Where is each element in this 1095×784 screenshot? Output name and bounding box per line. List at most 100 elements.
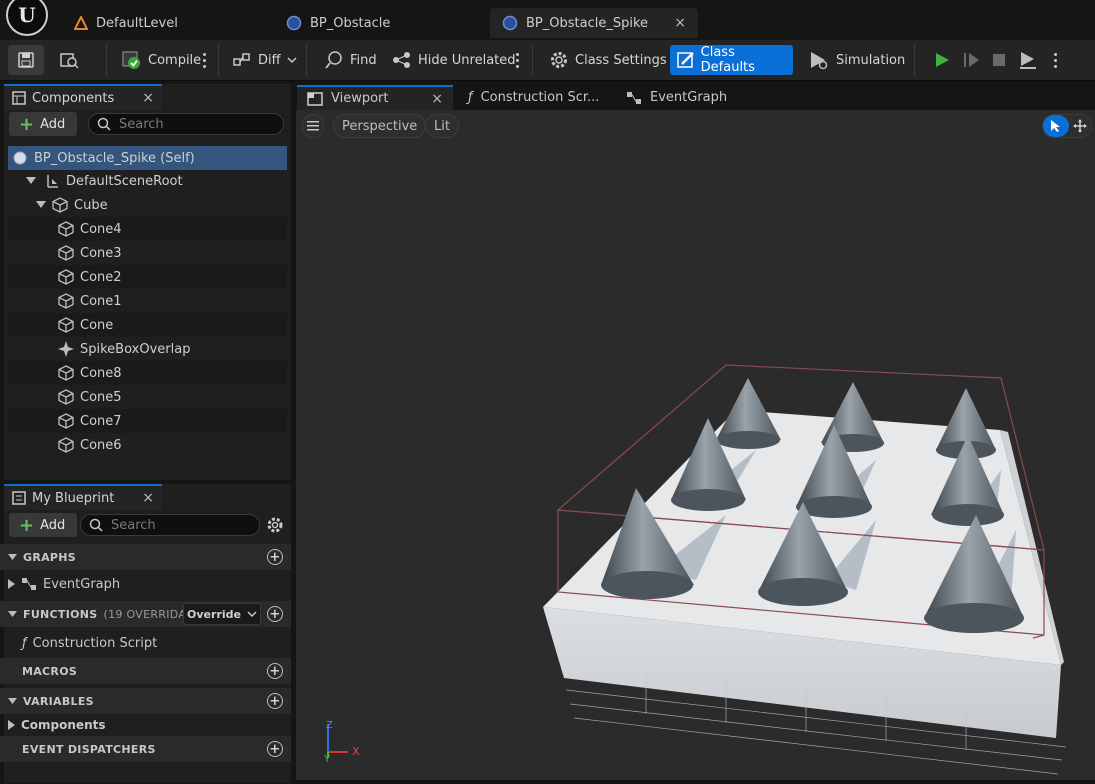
add-function-icon[interactable]: +: [267, 606, 283, 622]
level-icon: [74, 16, 88, 30]
tree-row-component[interactable]: Cone: [8, 313, 287, 337]
find-button[interactable]: Find: [318, 45, 383, 75]
doc-tab-default-level[interactable]: DefaultLevel: [62, 8, 190, 38]
step-button[interactable]: [956, 45, 986, 75]
close-panel-icon[interactable]: ×: [142, 490, 154, 506]
my-blueprint-tab-label: My Blueprint: [32, 490, 115, 506]
tree-row-component[interactable]: Cone8: [8, 361, 287, 385]
macros-section-header[interactable]: MACROS +: [0, 658, 291, 684]
viewport[interactable]: Z X Y: [296, 110, 1095, 780]
tree-row-component[interactable]: Cone6: [8, 433, 287, 457]
add-variable-icon[interactable]: +: [267, 693, 283, 709]
components-category[interactable]: Components: [8, 714, 291, 736]
plus-icon: +: [19, 113, 35, 135]
doc-tab-bp-obstacle[interactable]: BP_Obstacle: [274, 8, 402, 38]
add-component-button[interactable]: + Add: [9, 112, 77, 136]
tree-label: BP_Obstacle_Spike (Self): [34, 150, 195, 166]
simulation-button[interactable]: Simulation: [802, 45, 911, 75]
tree-row-component[interactable]: Cone5: [8, 385, 287, 409]
components-tab[interactable]: Components ×: [4, 84, 162, 110]
overlap-trigger-icon: [58, 341, 74, 357]
tree-row-component[interactable]: Cone1: [8, 289, 287, 313]
eject-button[interactable]: [1012, 45, 1042, 75]
my-blueprint-tab[interactable]: My Blueprint ×: [4, 484, 162, 510]
static-mesh-icon: [58, 245, 74, 261]
tree-label: Cone2: [80, 269, 122, 285]
search-placeholder: Search: [119, 116, 164, 132]
find-options-icon[interactable]: [512, 48, 522, 72]
my-blueprint-search-input[interactable]: Search: [80, 514, 260, 536]
viewport-tab[interactable]: Viewport ×: [297, 85, 453, 110]
event-graph-tab[interactable]: EventGraph: [616, 85, 737, 110]
play-options-icon[interactable]: [1050, 48, 1060, 72]
compile-options-icon[interactable]: [199, 48, 209, 72]
viewport-menu-button[interactable]: [302, 114, 324, 138]
compile-label: Compile: [148, 52, 202, 68]
save-button[interactable]: [8, 45, 44, 75]
construction-script-label: Construction Script: [32, 635, 158, 651]
expand-arrow-icon[interactable]: [36, 201, 46, 209]
close-panel-icon[interactable]: ×: [142, 90, 154, 106]
plus-icon: +: [19, 514, 35, 536]
class-defaults-button[interactable]: Class Defaults: [670, 45, 793, 75]
function-icon: ƒ: [468, 90, 473, 105]
section-label: FUNCTIONS: [23, 607, 98, 621]
diff-dropdown[interactable]: Diff: [226, 45, 303, 75]
tree-label: Cone: [80, 317, 114, 333]
simulation-icon: [811, 52, 828, 70]
tree-row-component[interactable]: Cone7: [8, 409, 287, 433]
doc-tab-bp-obstacle-spike[interactable]: BP_Obstacle_Spike ×: [490, 8, 698, 38]
components-search-input[interactable]: Search: [88, 113, 284, 135]
play-button[interactable]: [926, 45, 958, 75]
perspective-button[interactable]: Perspective: [333, 114, 427, 138]
components-icon: [12, 91, 26, 105]
tree-label: SpikeBoxOverlap: [80, 341, 191, 357]
graphs-section-header[interactable]: GRAPHS +: [0, 544, 291, 570]
hide-unrelated-button[interactable]: Hide Unrelated: [386, 45, 522, 75]
tree-row-default-scene-root[interactable]: DefaultSceneRoot: [8, 169, 287, 193]
add-macro-icon[interactable]: +: [267, 663, 283, 679]
construction-script-tab[interactable]: ƒ Construction Scr...: [458, 85, 609, 110]
close-tab-icon[interactable]: ×: [674, 15, 686, 31]
translate-mode-button[interactable]: [1069, 115, 1091, 137]
select-mode-button[interactable]: [1043, 115, 1069, 137]
event-dispatchers-section-header[interactable]: EVENT DISPATCHERS +: [0, 736, 291, 762]
close-tab-icon[interactable]: ×: [431, 91, 443, 107]
add-dispatcher-icon[interactable]: +: [267, 741, 283, 757]
browse-icon: [60, 53, 79, 69]
gear-icon: [551, 52, 567, 68]
browse-button[interactable]: [52, 45, 86, 75]
event-graph-item[interactable]: EventGraph: [8, 573, 291, 595]
class-settings-label: Class Settings: [575, 52, 667, 68]
tree-row-component[interactable]: Cone3: [8, 241, 287, 265]
viewport-scene[interactable]: [296, 110, 1095, 780]
settings-gear-icon[interactable]: [266, 516, 284, 534]
expand-arrow-icon[interactable]: [8, 579, 15, 589]
expand-arrow-icon[interactable]: [26, 177, 36, 185]
add-graph-icon[interactable]: +: [267, 549, 283, 565]
event-graph-label: EventGraph: [43, 576, 121, 592]
tree-row-component[interactable]: Cone2: [8, 265, 287, 289]
save-icon: [18, 52, 34, 68]
section-label: MACROS: [22, 664, 78, 678]
tree-row-component[interactable]: SpikeBoxOverlap: [8, 337, 287, 361]
override-label: Override: [187, 607, 241, 621]
collapse-arrow-icon: [8, 553, 17, 560]
add-member-button[interactable]: + Add: [9, 513, 77, 537]
simulation-label: Simulation: [836, 52, 906, 68]
lit-button[interactable]: Lit: [425, 114, 459, 138]
tree-row-cube[interactable]: Cube: [8, 193, 287, 217]
blueprint-icon: [286, 15, 302, 31]
axis-z-label: Z: [326, 720, 333, 731]
class-settings-button[interactable]: Class Settings: [543, 45, 673, 75]
construction-script-item[interactable]: ƒ Construction Script: [22, 632, 291, 654]
tree-row-self[interactable]: BP_Obstacle_Spike (Self): [8, 146, 287, 170]
static-mesh-icon: [52, 197, 68, 213]
play-icon: [936, 53, 949, 67]
components-category-label: Components: [21, 718, 106, 732]
compile-button[interactable]: Compile: [114, 45, 207, 75]
stop-button[interactable]: [984, 45, 1014, 75]
tree-row-component[interactable]: Cone4: [8, 217, 287, 241]
override-dropdown[interactable]: Override: [183, 603, 261, 625]
variables-section-header[interactable]: VARIABLES +: [0, 688, 291, 714]
